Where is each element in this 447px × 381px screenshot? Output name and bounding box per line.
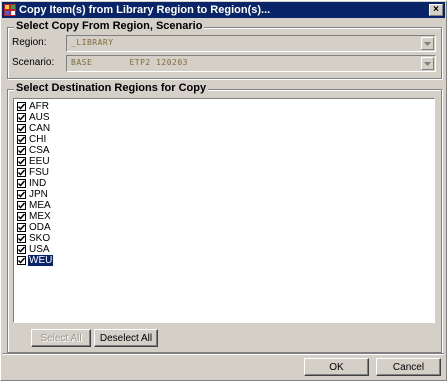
checkbox[interactable] [17,102,26,111]
region-label: MEA [29,200,51,211]
region-label: USA [29,244,50,255]
checkmark-icon [18,125,25,132]
window-title: Copy Item(s) from Library Region to Regi… [19,4,271,16]
checkmark-icon [18,169,25,176]
deselect-all-label: Deselect All [99,332,153,344]
region-dropdown-button[interactable] [421,37,434,50]
checkmark-icon [18,191,25,198]
region-checkbox-item[interactable]: EEU [17,156,434,167]
checkbox[interactable] [17,256,26,265]
checkmark-icon [18,257,25,264]
region-label: CSA [29,145,50,156]
checkmark-icon [18,213,25,220]
checkbox[interactable] [17,234,26,243]
checkmark-icon [18,136,25,143]
region-checkbox-item[interactable]: MEX [17,211,434,222]
copy-items-dialog: Copy Item(s) from Library Region to Regi… [0,0,447,381]
region-checkbox-item[interactable]: MEA [17,200,434,211]
destination-region-list[interactable]: AFR AUS CAN CHI CSA EEU FSU IND JPN MEA MEX ODA SKO U… [13,98,435,323]
ok-button[interactable]: OK [304,358,369,376]
checkbox[interactable] [17,212,26,221]
checkmark-icon [18,180,25,187]
checkmark-icon [18,202,25,209]
region-checkbox-item[interactable]: AFR [17,101,434,112]
checkmark-icon [18,246,25,253]
close-button[interactable]: × [429,4,443,16]
region-label: CAN [29,123,51,134]
region-checkbox-item[interactable]: SKO [17,233,434,244]
region-label: MEX [29,211,51,222]
checkbox[interactable] [17,223,26,232]
region-label: FSU [29,167,49,178]
region-checkbox-item[interactable]: AUS [17,112,434,123]
checkmark-icon [18,147,25,154]
region-checkbox-item[interactable]: WEU [17,254,434,267]
scenario-value: BASE ETP2 120203 [71,58,188,67]
deselect-all-button[interactable]: Deselect All [94,329,158,347]
footer-divider [3,353,444,355]
region-label: ODA [29,222,51,233]
select-all-label: Select All [40,332,82,344]
scenario-label: Scenario: [12,57,55,68]
checkbox[interactable] [17,157,26,166]
close-icon: × [433,4,439,15]
checkbox[interactable] [17,135,26,144]
region-label: Region: [12,37,47,48]
checkbox[interactable] [17,124,26,133]
checkmark-icon [18,224,25,231]
chevron-down-icon [424,61,431,66]
source-group: Select Copy From Region, Scenario Region… [7,20,442,79]
title-bar[interactable]: Copy Item(s) from Library Region to Regi… [2,2,445,18]
scenario-dropdown-button[interactable] [421,57,434,70]
checkbox[interactable] [17,190,26,199]
checkmark-icon [18,114,25,121]
checkmark-icon [18,235,25,242]
checkbox[interactable] [17,179,26,188]
region-checkbox-item[interactable]: ODA [17,222,434,233]
region-label: AUS [29,112,50,123]
chevron-down-icon [424,41,431,46]
grid-app-icon [4,4,16,16]
region-label: AFR [29,101,49,112]
region-label: WEU [26,254,55,267]
checkbox[interactable] [17,113,26,122]
region-label: EEU [29,156,50,167]
destination-group-legend: Select Destination Regions for Copy [14,82,209,94]
region-label: CHI [29,134,47,145]
region-checkbox-item[interactable]: CSA [17,145,434,156]
checkmark-icon [18,158,25,165]
region-checkbox-item[interactable]: JPN [17,189,434,200]
checkbox[interactable] [17,168,26,177]
source-group-legend: Select Copy From Region, Scenario [14,20,205,32]
checkbox[interactable] [17,245,26,254]
region-select[interactable]: _LIBRARY [66,35,436,52]
region-label: SKO [29,233,51,244]
select-all-button[interactable]: Select All [31,329,91,347]
destination-group: Select Destination Regions for Copy AFR A… [7,82,442,353]
region-checkbox-item[interactable]: FSU [17,167,434,178]
region-label: JPN [29,189,48,200]
region-value: _LIBRARY [71,38,114,47]
region-checkbox-item[interactable]: CAN [17,123,434,134]
region-label: IND [29,178,47,189]
cancel-button[interactable]: Cancel [376,358,441,376]
region-checkbox-item[interactable]: CHI [17,134,434,145]
cancel-label: Cancel [392,361,425,373]
region-checkbox-item[interactable]: USA [17,244,434,255]
checkmark-icon [18,103,25,110]
ok-label: OK [329,361,344,373]
region-checkbox-item[interactable]: IND [17,178,434,189]
scenario-select[interactable]: BASE ETP2 120203 [66,55,436,72]
checkbox[interactable] [17,201,26,210]
checkbox[interactable] [17,146,26,155]
